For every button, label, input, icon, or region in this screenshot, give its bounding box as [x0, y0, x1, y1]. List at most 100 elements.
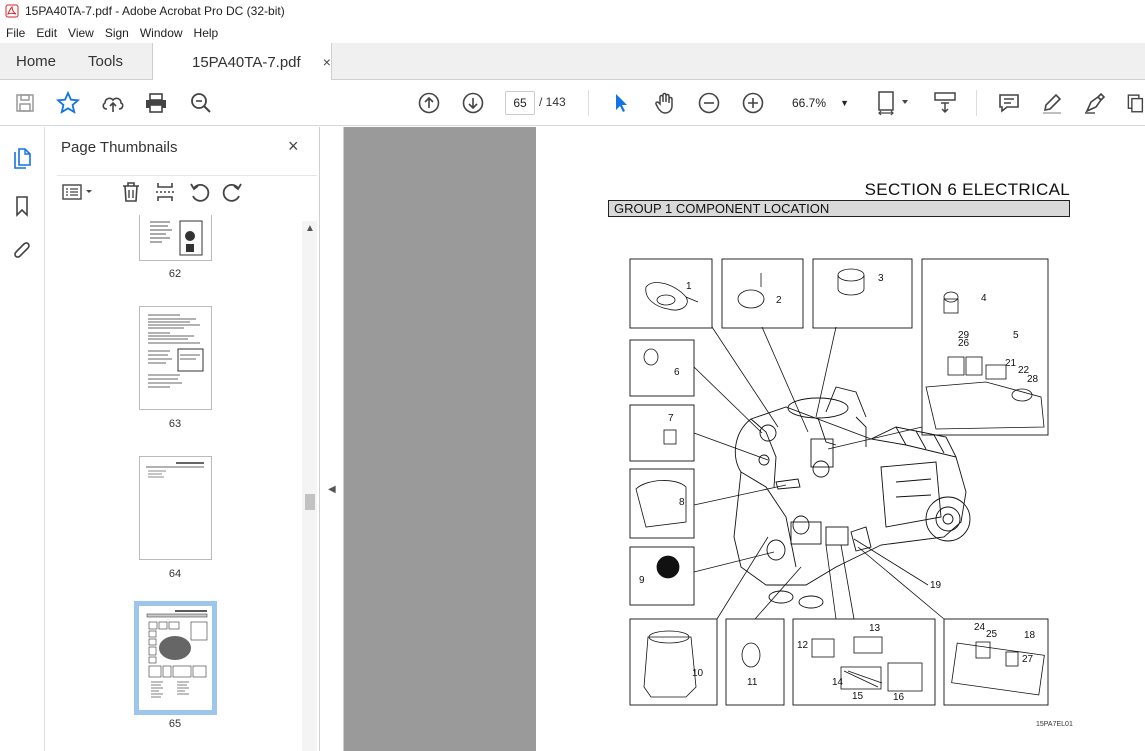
page-thumbnails-button[interactable] [10, 147, 34, 171]
document-viewer[interactable]: SECTION 6 ELECTRICAL SYSTEM GROUP 1 COMP… [344, 127, 1145, 751]
rotate-left-button[interactable] [187, 180, 211, 204]
page-total: / 143 [539, 95, 566, 109]
attachments-button[interactable] [10, 240, 34, 264]
component-box-4 [921, 258, 1049, 436]
page-thumbnails-panel: Page Thumbnails × 62 63 64 65 ▲ [45, 127, 320, 751]
rotate-right-icon [222, 183, 242, 202]
save-button[interactable] [12, 90, 38, 116]
previous-page-button[interactable] [416, 90, 442, 116]
tab-document-label: 15PA40TA-7.pdf [192, 53, 301, 71]
select-tool-button[interactable] [608, 90, 634, 116]
fountain-pen-icon [1085, 92, 1106, 114]
sign-button[interactable] [1082, 90, 1108, 116]
thumbnail-label: 63 [168, 418, 182, 430]
callout-2: 2 [776, 295, 782, 306]
callout-4: 4 [981, 293, 987, 304]
pen-icon [1043, 93, 1062, 114]
toolbar-divider [976, 90, 977, 116]
scroll-mode-icon [934, 92, 956, 114]
callout-11: 11 [747, 677, 758, 688]
component-box-6 [629, 339, 695, 397]
paperclip-icon [14, 242, 30, 258]
more-tools-button[interactable] [1124, 90, 1145, 116]
acrobat-icon [5, 4, 19, 18]
callout-14: 14 [832, 677, 844, 688]
component-box-12 [792, 618, 936, 706]
print-button[interactable] [143, 90, 169, 116]
thumbnail-preview [146, 610, 208, 698]
thumbnail-page-65[interactable] [134, 601, 217, 715]
highlight-button[interactable] [1039, 90, 1065, 116]
scroll-up-icon[interactable]: ▲ [305, 223, 315, 234]
menu-sign[interactable]: Sign [99, 26, 134, 40]
find-button[interactable] [188, 90, 214, 116]
window-title: 15PA40TA-7.pdf - Adobe Acrobat Pro DC (3… [25, 4, 285, 18]
rotate-left-icon [190, 183, 210, 202]
star-icon [56, 91, 80, 114]
callout-16: 16 [893, 692, 905, 703]
zoom-in-button[interactable] [740, 90, 766, 116]
zoom-level-select[interactable]: 66.7% ▼ [782, 91, 857, 115]
callout-12: 12 [797, 640, 809, 651]
thumbnail-scrollbar[interactable]: ▲ [302, 221, 317, 751]
tab-home-label: Home [16, 53, 57, 70]
thumbnail-page-62[interactable] [139, 215, 212, 261]
thumbnail-page-64[interactable] [139, 456, 212, 560]
title-bar: 15PA40TA-7.pdf - Adobe Acrobat Pro DC (3… [0, 0, 1145, 22]
arrow-up-circle-icon [418, 92, 440, 114]
thumbnail-list: 62 63 64 65 [45, 215, 301, 751]
thumbnail-preview [148, 314, 204, 388]
hand-icon [655, 92, 673, 114]
menu-bar: File Edit View Sign Window Help [0, 22, 1145, 43]
tab-close-icon[interactable]: × [323, 54, 331, 70]
main-toolbar: 65 / 143 66.7% ▼ [0, 80, 1145, 126]
callout-13: 13 [869, 623, 881, 634]
tab-tools-label: Tools [88, 53, 124, 70]
tab-home[interactable]: Home [16, 43, 56, 80]
tab-tools[interactable]: Tools [88, 43, 123, 80]
scrolling-mode-button[interactable] [931, 90, 959, 116]
scrollbar-thumb[interactable] [305, 494, 315, 510]
page-number-input[interactable]: 65 [505, 91, 535, 115]
rotate-right-button[interactable] [221, 180, 245, 204]
comment-button[interactable] [996, 90, 1022, 116]
panel-collapse-strip[interactable]: ◀ [320, 127, 344, 751]
callout-21: 21 [1005, 358, 1017, 369]
callout-3: 3 [878, 273, 884, 284]
organize-pages-icon [1127, 94, 1144, 113]
split-page-button[interactable] [153, 180, 177, 204]
bookmark-star-button[interactable] [55, 90, 81, 116]
thumbnail-options-button[interactable] [61, 180, 95, 204]
tab-document[interactable]: 15PA40TA-7.pdf × [152, 43, 332, 81]
page-fit-button[interactable] [876, 90, 912, 116]
panel-close-icon[interactable]: × [288, 136, 299, 157]
save-icon [16, 94, 34, 112]
menu-window[interactable]: Window [134, 26, 188, 40]
callout-19: 19 [930, 580, 942, 591]
delete-page-button[interactable] [119, 180, 143, 204]
callout-1: 1 [686, 281, 692, 292]
menu-edit[interactable]: Edit [30, 26, 62, 40]
zoom-out-button[interactable] [696, 90, 722, 116]
menu-view[interactable]: View [62, 26, 99, 40]
component-box-2 [721, 258, 804, 329]
hand-tool-button[interactable] [652, 90, 678, 116]
collapse-panel-icon[interactable]: ◀ [328, 484, 336, 495]
callout-28: 28 [1027, 374, 1039, 385]
menu-file[interactable]: File [0, 26, 30, 40]
share-upload-button[interactable] [100, 90, 126, 116]
callout-27: 27 [1022, 654, 1034, 665]
zoom-search-icon [191, 93, 211, 113]
figure-code: 15PA7EL01 [1036, 721, 1073, 728]
next-page-button[interactable] [460, 90, 486, 116]
menu-help[interactable]: Help [188, 26, 224, 40]
navigation-rail [0, 127, 45, 751]
plus-circle-icon [742, 92, 764, 114]
thumbnail-tools [57, 175, 317, 205]
trash-icon [123, 182, 139, 202]
bookmarks-button[interactable] [10, 194, 34, 218]
zoom-level-value: 66.7% [792, 96, 827, 110]
callout-6: 6 [674, 367, 680, 378]
cloud-upload-icon [102, 97, 124, 112]
thumbnail-page-63[interactable] [139, 306, 212, 410]
